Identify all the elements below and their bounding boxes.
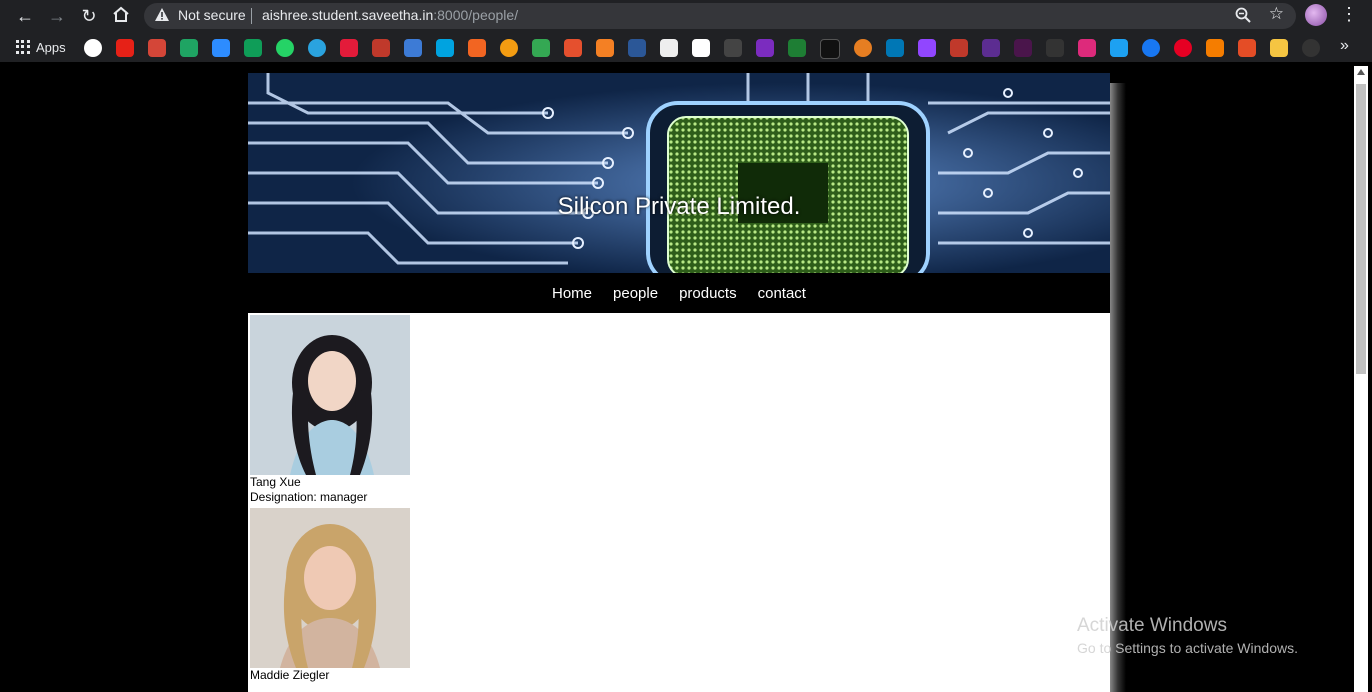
linkedin-icon[interactable] [886, 39, 904, 57]
person-photo [250, 315, 410, 475]
site-container: Silicon Private Limited. Home people pro… [248, 73, 1110, 692]
notion-icon[interactable] [1046, 39, 1064, 57]
e-icon[interactable] [500, 39, 518, 57]
browser-toolbar: ← → ↻ Not secure aishree.student.saveeth… [0, 0, 1372, 32]
b-icon[interactable] [1270, 39, 1288, 57]
leaf-icon[interactable] [468, 39, 486, 57]
twitch-icon[interactable] [918, 39, 936, 57]
google-icon[interactable] [84, 39, 102, 57]
clover-icon[interactable] [854, 39, 872, 57]
home-icon[interactable] [110, 5, 132, 27]
person-designation: Designation: manager [250, 490, 368, 504]
nav-products[interactable]: products [679, 285, 737, 302]
person-card: Tang Xue Designation: manager [250, 315, 550, 505]
w-icon[interactable] [436, 39, 454, 57]
arch-icon[interactable] [532, 39, 550, 57]
container-shadow [1110, 83, 1126, 692]
main-nav: Home people products contact [248, 273, 1110, 313]
code-icon[interactable] [788, 39, 806, 57]
u-icon[interactable] [372, 39, 390, 57]
forward-arrow-icon[interactable]: → [46, 5, 68, 27]
meet-icon[interactable] [212, 39, 230, 57]
page-viewport: Silicon Private Limited. Home people pro… [0, 62, 1372, 692]
watermark-title: Activate Windows [1077, 615, 1227, 636]
pinterest-icon[interactable] [1174, 39, 1192, 57]
nav-home[interactable]: Home [552, 285, 592, 302]
calendar-icon[interactable] [950, 39, 968, 57]
zoom-icon[interactable] [1234, 6, 1252, 24]
x-icon[interactable] [724, 39, 742, 57]
apps-grid-icon [16, 40, 30, 54]
p-icon[interactable] [982, 39, 1000, 57]
page-scrollbar[interactable] [1354, 66, 1368, 692]
github-icon[interactable] [1302, 39, 1320, 57]
nav-contact[interactable]: contact [758, 285, 806, 302]
person-card: Maddie Ziegler [250, 508, 550, 683]
menu-kebab-icon[interactable]: ⋮ [1340, 4, 1358, 25]
w-orange-icon[interactable] [1238, 39, 1256, 57]
nav-people[interactable]: people [613, 285, 658, 302]
back-arrow-icon[interactable]: ← [14, 5, 36, 27]
chat-icon[interactable] [244, 39, 262, 57]
facebook-icon[interactable] [1142, 39, 1160, 57]
youtube-icon[interactable] [116, 39, 134, 57]
slack-icon[interactable] [1014, 39, 1032, 57]
scroll-thumb[interactable] [1356, 84, 1366, 374]
telegram-icon[interactable] [308, 39, 326, 57]
bookmarks-bar: Apps » [0, 32, 1372, 62]
person-name: Tang Xue [250, 475, 301, 489]
hr-icon[interactable] [820, 39, 840, 59]
windows-activation-watermark: Activate Windows Go to Settings to activ… [1077, 615, 1298, 656]
divider [251, 8, 252, 24]
url-text[interactable]: aishree.student.saveetha.in:8000/people/ [262, 7, 518, 23]
apps-shortcut[interactable]: Apps [16, 38, 66, 56]
s-icon[interactable] [564, 39, 582, 57]
url-host: aishree.student.saveetha.in [262, 7, 434, 23]
circuit-board-image [248, 73, 1110, 273]
apps-label: Apps [36, 39, 66, 55]
blogger-icon[interactable] [1206, 39, 1224, 57]
header-banner: Silicon Private Limited. [248, 73, 1110, 273]
drive-icon[interactable] [180, 39, 198, 57]
warning-icon[interactable] [154, 7, 170, 23]
gmail-icon[interactable] [148, 39, 166, 57]
url-path: :8000/people/ [433, 7, 519, 23]
reload-icon[interactable]: ↻ [78, 5, 100, 27]
m-icon[interactable] [340, 39, 358, 57]
site-title: Silicon Private Limited. [557, 193, 801, 220]
chart-icon[interactable] [660, 39, 678, 57]
bookmark-icons [84, 39, 1320, 59]
whatsapp-icon[interactable] [276, 39, 294, 57]
play-icon[interactable] [692, 39, 710, 57]
k-icon[interactable] [628, 39, 646, 57]
more-bookmarks-icon[interactable]: » [1340, 37, 1349, 55]
profile-avatar[interactable] [1305, 4, 1327, 26]
security-status: Not secure [178, 7, 246, 23]
bookmark-star-icon[interactable]: ☆ [1269, 4, 1284, 24]
twitter-icon[interactable] [1110, 39, 1128, 57]
instagram-icon[interactable] [1078, 39, 1096, 57]
person-name: Maddie Ziegler [250, 668, 330, 682]
address-bar[interactable]: Not secure aishree.student.saveetha.in:8… [144, 3, 1296, 29]
person-photo [250, 508, 410, 668]
heart-icon[interactable] [756, 39, 774, 57]
scroll-up-icon[interactable] [1357, 69, 1365, 75]
g-bookmark-icon[interactable] [404, 39, 422, 57]
cube-icon[interactable] [596, 39, 614, 57]
watermark-subtitle: Go to Settings to activate Windows. [1077, 640, 1298, 656]
